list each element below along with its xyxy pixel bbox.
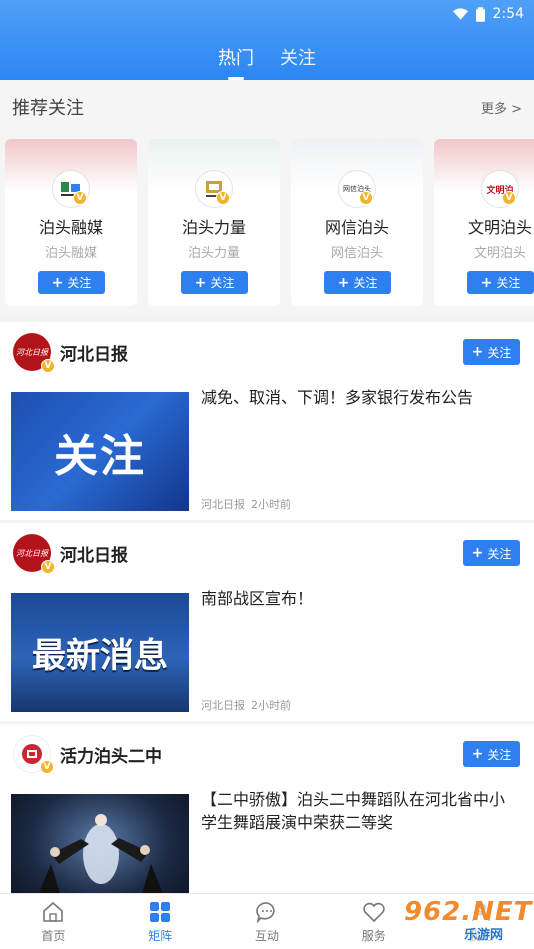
follow-button[interactable]: + 关注 (463, 741, 520, 767)
home-icon (43, 901, 64, 922)
verified-badge: V (41, 560, 55, 574)
follow-button[interactable]: + 关注 (463, 540, 520, 566)
article-time: 2小时前 (251, 699, 291, 712)
avatar: 河北日报 V (13, 534, 55, 574)
avatar: V (13, 735, 54, 774)
article-source: 河北日报 (201, 699, 245, 712)
plus-icon: + (471, 746, 484, 762)
plus-icon: + (194, 274, 207, 291)
article-thumbnail[interactable]: 最新消息 (11, 593, 189, 712)
card-name: 泊头融媒 (38, 218, 103, 237)
school-logo-icon (22, 744, 42, 764)
recommend-cards: V 泊头融媒 泊头融媒 + 关注 V 泊头力量 泊头力量 + 关注 网信泊头 V 网… (5, 139, 534, 306)
chat-icon (256, 901, 275, 923)
plus-icon: + (480, 274, 493, 291)
article-time: 2小时前 (251, 498, 291, 511)
article-meta: 河北日报 2小时前 (201, 697, 291, 713)
article-meta: 河北日报 2小时前 (201, 496, 291, 512)
nav-matrix[interactable]: 矩阵 (107, 894, 214, 949)
verified-badge: V (216, 191, 230, 205)
card-subtitle: 泊头融媒 (44, 246, 97, 261)
follow-button[interactable]: + 关注 (467, 271, 534, 294)
nav-interact[interactable]: 互动 (214, 894, 321, 949)
article-thumbnail[interactable] (11, 794, 189, 894)
account-name[interactable]: 河北日报 (60, 340, 128, 365)
follow-button[interactable]: + 关注 (38, 271, 105, 294)
top-header: 2:54 热门 关注 (0, 0, 534, 80)
plus-icon: + (51, 274, 64, 291)
top-tabs: 热门 关注 (0, 40, 534, 80)
article-title[interactable]: 南部战区宣布！ (201, 587, 520, 610)
card-name: 泊头力量 (181, 218, 246, 237)
recommend-card[interactable]: V 泊头融媒 泊头融媒 + 关注 (5, 139, 137, 306)
watermark-logo: 962.NET (404, 897, 533, 927)
card-subtitle: 泊头力量 (187, 246, 240, 261)
verified-badge: V (359, 191, 373, 205)
verified-badge: V (40, 760, 54, 774)
verified-badge: V (41, 359, 55, 373)
battery-icon (475, 6, 485, 22)
feed-item[interactable]: V 活力泊头二中 + 关注 【二中骄傲】泊头二中舞蹈队在河北省中小学生舞蹈展演中荣… (0, 724, 534, 894)
recommend-card[interactable]: 网信泊头 V 网信泊头 网信泊头 + 关注 (291, 139, 423, 306)
follow-button[interactable]: + 关注 (181, 271, 248, 294)
article-title[interactable]: 减免、取消、下调！多家银行发布公告 (201, 386, 520, 409)
article-source: 河北日报 (201, 498, 245, 511)
recommend-section: 推荐关注 更多 > V 泊头融媒 泊头融媒 + 关注 V 泊头力量 泊头力量 + 关… (0, 80, 534, 314)
verified-badge: V (73, 191, 87, 205)
tab-following[interactable]: 关注 (278, 40, 318, 80)
card-subtitle: 网信泊头 (330, 246, 383, 261)
recommend-card[interactable]: V 泊头力量 泊头力量 + 关注 (148, 139, 280, 306)
verified-badge: V (502, 191, 516, 205)
follow-button[interactable]: + 关注 (324, 271, 391, 294)
grid-icon (150, 901, 171, 922)
plus-icon: + (337, 274, 350, 291)
tab-hot[interactable]: 热门 (216, 40, 256, 80)
account-name[interactable]: 河北日报 (60, 541, 128, 566)
card-subtitle: 文明泊头 (473, 246, 526, 261)
feed-item[interactable]: 河北日报 V 河北日报 + 关注 关注 减免、取消、下调！多家银行发布公告 河北日… (0, 322, 534, 520)
card-name: 文明泊头 (467, 218, 532, 237)
status-time: 2:54 (492, 6, 524, 22)
recommend-card[interactable]: 文明泊 V 文明泊头 文明泊头 + 关注 (434, 139, 534, 306)
article-thumbnail[interactable]: 关注 (11, 392, 189, 511)
plus-icon: + (471, 545, 484, 561)
recommend-title: 推荐关注 (12, 98, 84, 119)
card-name: 网信泊头 (324, 218, 389, 237)
more-link[interactable]: 更多 > (481, 98, 522, 117)
wifi-icon (452, 8, 468, 20)
nav-home[interactable]: 首页 (0, 894, 107, 949)
watermark: 962.NET 乐游网 (402, 895, 533, 945)
feed-item[interactable]: 河北日报 V 河北日报 + 关注 最新消息 南部战区宣布！ 河北日报 2小时前 (0, 523, 534, 721)
status-bar: 2:54 (452, 4, 524, 24)
plus-icon: + (471, 344, 484, 360)
article-title[interactable]: 【二中骄傲】泊头二中舞蹈队在河北省中小学生舞蹈展演中荣获二等奖 (201, 788, 520, 834)
avatar: 河北日报 V (13, 333, 55, 373)
dance-photo-image (38, 814, 164, 894)
watermark-caption: 乐游网 (464, 928, 504, 943)
heart-icon (363, 902, 385, 922)
follow-button[interactable]: + 关注 (463, 339, 520, 365)
account-name[interactable]: 活力泊头二中 (60, 742, 162, 767)
